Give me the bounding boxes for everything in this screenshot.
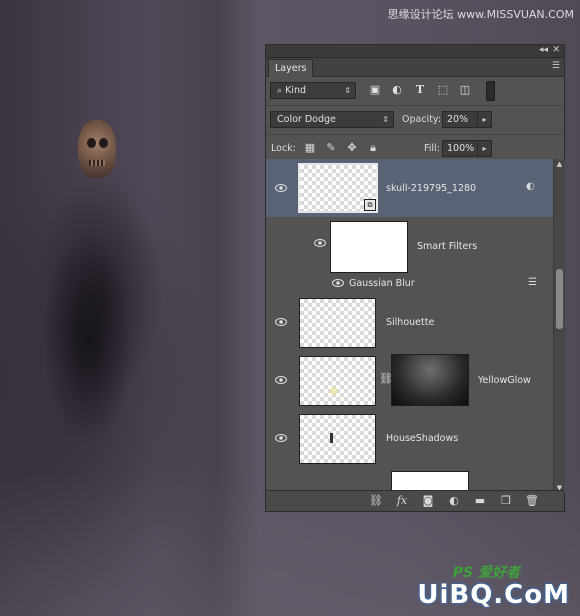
panel-tabs: Layers ☰ bbox=[266, 58, 564, 77]
search-icon: ⌕ bbox=[277, 86, 283, 96]
layers-scrollbar[interactable]: ▲ ▼ bbox=[553, 159, 565, 493]
layer-row-houseshadows[interactable]: HouseShadows bbox=[266, 409, 553, 468]
blend-row: Color Dodge ⇕ Opacity: 20% ▸ bbox=[266, 106, 564, 135]
opacity-input[interactable]: 20% bbox=[442, 111, 478, 128]
layers-bottom-toolbar: ⛓ fx ◙ ◐ ▬ ❐ 🗑︎ bbox=[266, 490, 564, 511]
layer-name[interactable]: HouseShadows bbox=[386, 433, 458, 444]
filter-toggle-icon[interactable] bbox=[486, 81, 495, 101]
layer-mask-thumbnail bbox=[391, 354, 469, 406]
smart-object-filter-icon[interactable]: ◫ bbox=[458, 83, 472, 97]
layer-thumbnail bbox=[299, 414, 376, 464]
panel-header: ◂◂ ✕ bbox=[266, 45, 564, 58]
visibility-eye-icon[interactable] bbox=[275, 434, 287, 442]
panel-menu-icon[interactable]: ☰ bbox=[552, 61, 560, 71]
blend-mode-value: Color Dodge bbox=[277, 114, 336, 125]
scroll-thumb[interactable] bbox=[556, 269, 563, 329]
lock-label: Lock: bbox=[271, 143, 296, 154]
scroll-up-icon[interactable]: ▲ bbox=[554, 159, 565, 169]
layers-panel: ◂◂ ✕ Layers ☰ ⌕ Kind ⇕ ▣ ◐ T ⬚ ◫ Color D… bbox=[265, 44, 565, 512]
skull-eye-right bbox=[99, 138, 108, 148]
watermark-ps: PS 爱好者 bbox=[452, 565, 520, 581]
layer-row-silhouette[interactable]: Silhouette bbox=[266, 293, 553, 352]
smart-filters-row[interactable]: Smart Filters Gaussian Blur ☰ bbox=[266, 217, 553, 294]
fill-slider-button[interactable]: ▸ bbox=[477, 140, 492, 157]
new-layer-icon[interactable]: ❐ bbox=[499, 494, 513, 508]
adjustment-layer-icon[interactable]: ◐ bbox=[447, 494, 461, 508]
visibility-eye-icon[interactable] bbox=[332, 279, 344, 287]
image-filter-icon[interactable]: ▣ bbox=[368, 83, 382, 97]
chevron-updown-icon: ⇕ bbox=[382, 115, 389, 124]
smart-filters-label: Smart Filters bbox=[417, 241, 478, 252]
layer-name[interactable]: Silhouette bbox=[386, 317, 434, 328]
gaussian-blur-label[interactable]: Gaussian Blur bbox=[349, 278, 415, 289]
skull-eye-left bbox=[87, 138, 96, 148]
layer-name[interactable]: YellowGlow bbox=[478, 375, 531, 386]
watermark-top: 思缘设计论坛 www.MISSVUAN.COM bbox=[387, 8, 574, 21]
shadow-mark bbox=[330, 433, 333, 443]
double-chevron-left-icon[interactable]: ◂◂ bbox=[539, 45, 548, 55]
layer-name[interactable]: skull-219795_1280 bbox=[386, 183, 476, 194]
lock-transparent-icon[interactable]: ▦ bbox=[303, 141, 317, 155]
watermark-bottom: UiBQ.CoM bbox=[417, 580, 570, 610]
layer-thumbnail bbox=[299, 298, 376, 348]
trash-icon[interactable]: 🗑︎ bbox=[525, 494, 539, 508]
skull-head bbox=[78, 120, 116, 178]
adjustment-filter-icon[interactable]: ◐ bbox=[390, 83, 404, 97]
lock-position-icon[interactable]: ✥ bbox=[345, 141, 359, 155]
kind-dropdown[interactable]: ⌕ Kind ⇕ bbox=[270, 82, 356, 99]
shape-filter-icon[interactable]: ⬚ bbox=[436, 83, 450, 97]
visibility-eye-icon[interactable] bbox=[275, 318, 287, 326]
opacity-value: 20% bbox=[447, 114, 469, 125]
filter-row: ⌕ Kind ⇕ ▣ ◐ T ⬚ ◫ bbox=[266, 77, 564, 106]
filter-options-icon[interactable]: ☰ bbox=[528, 277, 537, 288]
skull-jaw bbox=[89, 160, 105, 166]
blend-mode-dropdown[interactable]: Color Dodge ⇕ bbox=[270, 111, 394, 128]
smart-object-icon: ⧉ bbox=[364, 199, 376, 211]
glow-spot bbox=[330, 387, 338, 395]
smart-filter-indicator-icon[interactable]: ◐ bbox=[526, 181, 535, 192]
type-filter-icon[interactable]: T bbox=[413, 83, 427, 97]
layer-row-yellowglow[interactable]: ⛓ YellowGlow bbox=[266, 351, 553, 410]
close-icon[interactable]: ✕ bbox=[552, 45, 560, 55]
tab-layers[interactable]: Layers bbox=[268, 59, 314, 77]
lock-all-icon[interactable]: 🔒︎ bbox=[366, 141, 380, 155]
lock-image-icon[interactable]: ✎ bbox=[324, 141, 338, 155]
visibility-eye-icon[interactable] bbox=[314, 239, 326, 247]
fx-icon[interactable]: fx bbox=[395, 494, 409, 508]
opacity-label: Opacity: bbox=[402, 114, 442, 125]
layer-row-skull[interactable]: ⧉ skull-219795_1280 ◐ bbox=[266, 159, 553, 218]
fill-label: Fill: bbox=[424, 143, 440, 154]
new-group-icon[interactable]: ▬ bbox=[473, 494, 487, 508]
fill-value: 100% bbox=[447, 143, 475, 154]
link-layers-icon[interactable]: ⛓ bbox=[369, 494, 383, 508]
fill-input[interactable]: 100% bbox=[442, 140, 478, 157]
visibility-eye-icon[interactable] bbox=[275, 184, 287, 192]
chevron-updown-icon: ⇕ bbox=[344, 86, 351, 95]
add-mask-icon[interactable]: ◙ bbox=[421, 494, 435, 508]
visibility-eye-icon[interactable] bbox=[275, 376, 287, 384]
layers-list: ⧉ skull-219795_1280 ◐ Smart Filters Gaus… bbox=[266, 159, 553, 493]
silhouette-figure bbox=[28, 180, 148, 480]
smart-filter-mask-thumbnail bbox=[330, 221, 408, 273]
layer-thumbnail bbox=[299, 356, 376, 406]
kind-label: Kind bbox=[285, 85, 306, 96]
opacity-slider-button[interactable]: ▸ bbox=[477, 111, 492, 128]
